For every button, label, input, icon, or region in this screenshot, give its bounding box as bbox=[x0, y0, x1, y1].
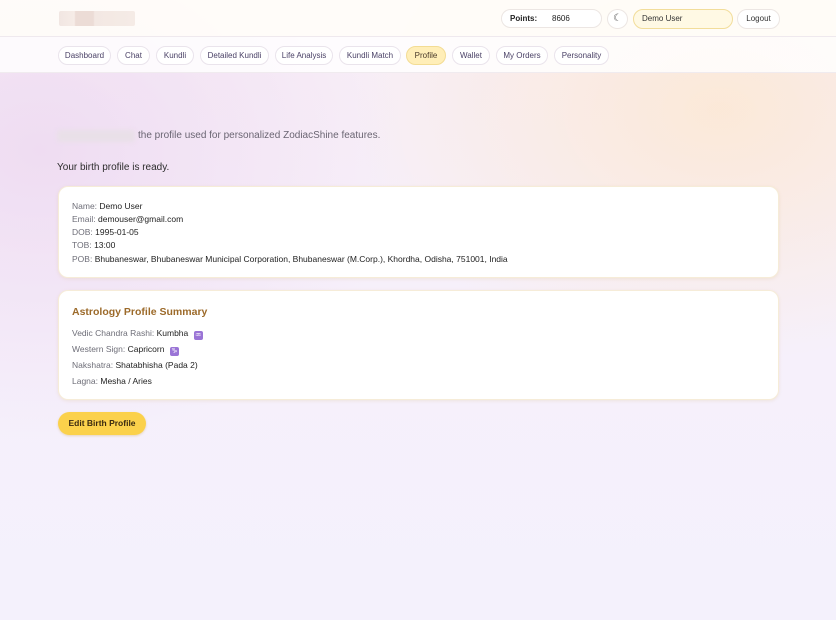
top-header: Points: 8606 ☾ Demo User Logout bbox=[0, 0, 836, 37]
pob-row: POB: Bhubaneswar, Bhubaneswar Municipal … bbox=[72, 254, 508, 265]
tab-personality[interactable]: Personality bbox=[554, 46, 609, 65]
western-sign-row: Western Sign: Capricorn ♑ bbox=[72, 344, 179, 356]
theme-toggle-button[interactable]: ☾ bbox=[607, 9, 628, 29]
nakshatra-label: Nakshatra: bbox=[72, 360, 114, 370]
rashi-row: Vedic Chandra Rashi: Kumbha ♒ bbox=[72, 328, 203, 340]
main-nav: Dashboard Chat Kundli Detailed Kundli Li… bbox=[0, 37, 836, 73]
tob-label: TOB: bbox=[72, 240, 92, 250]
profile-status-text: Your birth profile is ready. bbox=[57, 162, 170, 173]
name-value: Demo User bbox=[99, 201, 143, 211]
dob-value: 1995-01-05 bbox=[95, 227, 139, 237]
name-label: Name: bbox=[72, 201, 98, 211]
lagna-value: Mesha / Aries bbox=[100, 376, 152, 386]
birth-details-card: Name: Demo User Email: demouser@gmail.co… bbox=[58, 186, 779, 278]
email-row: Email: demouser@gmail.com bbox=[72, 214, 183, 225]
nakshatra-row: Nakshatra: Shatabhisha (Pada 2) bbox=[72, 360, 198, 371]
summary-title: Astrology Profile Summary bbox=[72, 306, 208, 318]
tab-life-analysis[interactable]: Life Analysis bbox=[275, 46, 333, 65]
name-row: Name: Demo User bbox=[72, 201, 142, 212]
nakshatra-value: Shatabhisha (Pada 2) bbox=[115, 360, 198, 370]
points-value: 8606 bbox=[552, 14, 570, 23]
lagna-label: Lagna: bbox=[72, 376, 98, 386]
western-sign-label: Western Sign: bbox=[72, 344, 126, 354]
capricorn-icon: ♑ bbox=[169, 347, 179, 356]
aquarius-icon: ♒ bbox=[193, 331, 203, 340]
tab-detailed-kundli[interactable]: Detailed Kundli bbox=[200, 46, 269, 65]
tob-value: 13:00 bbox=[94, 240, 116, 250]
tob-row: TOB: 13:00 bbox=[72, 240, 115, 251]
dob-row: DOB: 1995-01-05 bbox=[72, 227, 139, 238]
pob-label: POB: bbox=[72, 254, 93, 264]
moon-icon: ☾ bbox=[613, 13, 622, 24]
logout-button[interactable]: Logout bbox=[737, 9, 780, 29]
points-badge: Points: 8606 bbox=[501, 9, 602, 28]
tab-kundli[interactable]: Kundli bbox=[156, 46, 194, 65]
points-label: Points: bbox=[510, 14, 538, 23]
email-label: Email: bbox=[72, 214, 96, 224]
email-value: demouser@gmail.com bbox=[98, 214, 184, 224]
dob-label: DOB: bbox=[72, 227, 93, 237]
tab-wallet[interactable]: Wallet bbox=[452, 46, 490, 65]
rashi-label: Vedic Chandra Rashi: bbox=[72, 328, 155, 338]
page-subtitle: the profile used for personalized Zodiac… bbox=[138, 130, 381, 141]
tab-profile[interactable]: Profile bbox=[406, 46, 446, 65]
pob-value: Bhubaneswar, Bhubaneswar Municipal Corpo… bbox=[94, 254, 508, 264]
lagna-row: Lagna: Mesha / Aries bbox=[72, 376, 152, 387]
western-sign-value: Capricorn bbox=[127, 344, 165, 354]
brand-logo[interactable] bbox=[59, 11, 135, 26]
tab-chat[interactable]: Chat bbox=[117, 46, 150, 65]
subtitle-redacted bbox=[57, 130, 135, 142]
tab-kundli-match[interactable]: Kundli Match bbox=[339, 46, 401, 65]
page-title bbox=[57, 101, 165, 119]
edit-birth-profile-button[interactable]: Edit Birth Profile bbox=[58, 412, 146, 435]
rashi-value: Kumbha bbox=[156, 328, 189, 338]
tab-dashboard[interactable]: Dashboard bbox=[58, 46, 111, 65]
tab-my-orders[interactable]: My Orders bbox=[496, 46, 548, 65]
astrology-summary-card: Astrology Profile Summary Vedic Chandra … bbox=[58, 290, 779, 400]
user-menu-button[interactable]: Demo User bbox=[633, 9, 733, 29]
